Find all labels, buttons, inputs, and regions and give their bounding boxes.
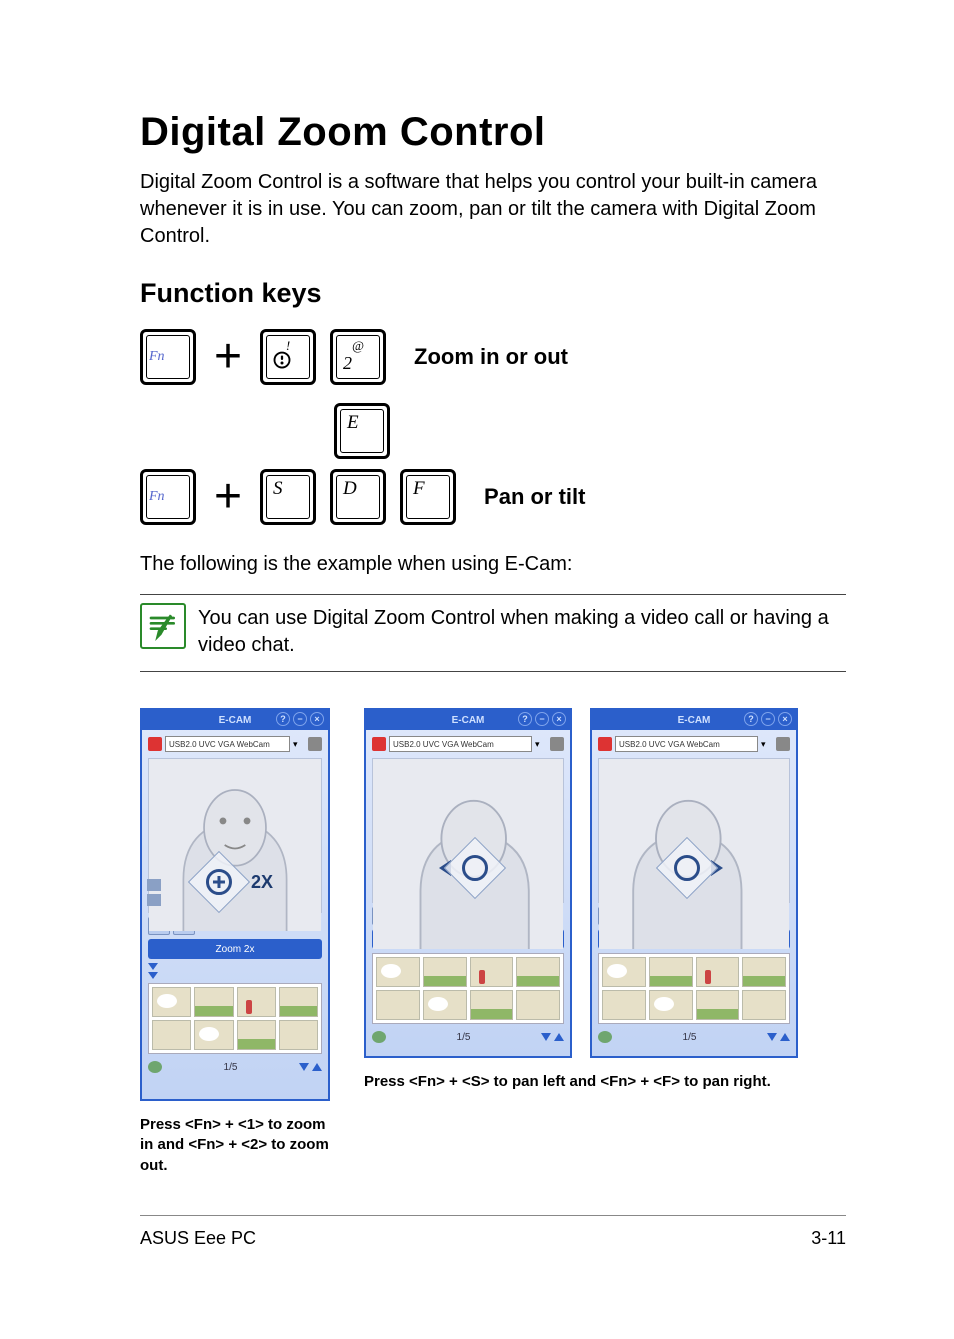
thumbnail[interactable] — [696, 957, 740, 987]
ecam-window-zoom: E-CAM ? − × USB2.0 UVC VGA WebCam ▾ — [140, 708, 330, 1101]
close-icon[interactable]: × — [310, 712, 324, 726]
fn-key-2: Fn — [140, 469, 196, 525]
camera-icon — [148, 737, 162, 751]
thumbnail[interactable] — [649, 990, 693, 1020]
settings-icon[interactable] — [308, 737, 322, 751]
pan-caption: Press <Fn> + <S> to pan left and <Fn> + … — [364, 1072, 846, 1092]
minimize-icon[interactable]: − — [293, 712, 307, 726]
page-down-icon[interactable] — [299, 1063, 309, 1071]
camera-icon — [598, 737, 612, 751]
device-select[interactable]: USB2.0 UVC VGA WebCam — [389, 736, 532, 752]
thumbnail[interactable] — [649, 957, 693, 987]
tool-icon[interactable] — [147, 879, 161, 891]
thumbnail[interactable] — [279, 987, 318, 1017]
page-up-icon[interactable] — [780, 1033, 790, 1041]
note-text: You can use Digital Zoom Control when ma… — [198, 603, 846, 659]
pan-label: Pan or tilt — [484, 484, 585, 510]
device-select[interactable]: USB2.0 UVC VGA WebCam — [615, 736, 758, 752]
chevron-down-icon[interactable] — [148, 963, 158, 970]
note-row: You can use Digital Zoom Control when ma… — [140, 603, 846, 669]
dropdown-icon[interactable]: ▾ — [761, 739, 773, 750]
tool-icon[interactable] — [147, 894, 161, 906]
key-s: S — [260, 469, 316, 525]
page-footer: ASUS Eee PC 3-11 — [140, 1215, 846, 1249]
pan-key-block: E Fn + S D F Pan or tilt — [140, 403, 846, 525]
ecam-titlebar: E-CAM ? − × — [142, 710, 328, 730]
key-f: F — [400, 469, 456, 525]
thumbnail[interactable] — [279, 1020, 318, 1050]
page-up-icon[interactable] — [312, 1063, 322, 1071]
ecam-window-pan-left: E-CAM ? − × USB2.0 UVC VGA WebCam ▾ — [364, 708, 572, 1058]
zoom-caption: Press <Fn> + <1> to zoom in and <Fn> + <… — [140, 1115, 340, 1176]
thumbnail[interactable] — [516, 990, 560, 1020]
chevron-down-icon[interactable] — [148, 972, 158, 979]
key-2: @ 2 — [330, 329, 386, 385]
thumbnail[interactable] — [423, 957, 467, 987]
close-icon[interactable]: × — [778, 712, 792, 726]
zoom-key-row: Fn + ! @ 2 Zoom in or out — [140, 329, 846, 385]
ecam-window-pan-right: E-CAM ? − × USB2.0 UVC VGA WebCam ▾ — [590, 708, 798, 1058]
key-e: E — [334, 403, 390, 459]
minimize-icon[interactable]: − — [761, 712, 775, 726]
refresh-icon[interactable] — [372, 1031, 386, 1043]
footer-left: ASUS Eee PC — [140, 1228, 256, 1249]
key-1: ! — [260, 329, 316, 385]
fn-key: Fn — [140, 329, 196, 385]
thumbnail[interactable] — [376, 957, 420, 987]
page-title: Digital Zoom Control — [140, 110, 846, 155]
dropdown-icon[interactable]: ▾ — [535, 739, 547, 750]
thumbnail[interactable] — [194, 987, 233, 1017]
thumbnail[interactable] — [602, 957, 646, 987]
settings-icon[interactable] — [550, 737, 564, 751]
key-2-bottom: 2 — [343, 353, 352, 374]
plus-icon: + — [210, 333, 246, 381]
dropdown-icon[interactable]: ▾ — [293, 739, 305, 750]
help-icon[interactable]: ? — [744, 712, 758, 726]
thumbnail-grid — [148, 983, 322, 1054]
section-subtitle: Function keys — [140, 278, 846, 309]
thumbnail[interactable] — [602, 990, 646, 1020]
key-d: D — [330, 469, 386, 525]
thumbnail[interactable] — [742, 990, 786, 1020]
help-icon[interactable]: ? — [276, 712, 290, 726]
close-icon[interactable]: × — [552, 712, 566, 726]
refresh-icon[interactable] — [598, 1031, 612, 1043]
key-2-top: @ — [352, 338, 364, 354]
page-down-icon[interactable] — [541, 1033, 551, 1041]
note-icon — [140, 603, 186, 649]
thumbnail[interactable] — [237, 987, 276, 1017]
pager: 1/5 — [148, 1058, 322, 1076]
thumbnail[interactable] — [423, 990, 467, 1020]
page-down-icon[interactable] — [767, 1033, 777, 1041]
camera-viewport: 2X — [148, 758, 322, 913]
key-1-bottom — [273, 351, 291, 374]
thumbnail[interactable] — [376, 990, 420, 1020]
settings-icon[interactable] — [776, 737, 790, 751]
refresh-icon[interactable] — [148, 1061, 162, 1073]
thumbnail[interactable] — [742, 957, 786, 987]
thumbnail[interactable] — [516, 957, 560, 987]
thumbnail[interactable] — [470, 957, 514, 987]
pan-right-overlay — [665, 846, 723, 890]
thumbnail[interactable] — [696, 990, 740, 1020]
thumbnail[interactable] — [237, 1020, 276, 1050]
thumbnail[interactable] — [152, 1020, 191, 1050]
plus-icon-2: + — [210, 473, 246, 521]
page-up-icon[interactable] — [554, 1033, 564, 1041]
status-bar: Zoom 2x — [148, 939, 322, 959]
help-icon[interactable]: ? — [518, 712, 532, 726]
thumbnail[interactable] — [152, 987, 191, 1017]
device-select[interactable]: USB2.0 UVC VGA WebCam — [165, 736, 290, 752]
zoom-label: Zoom in or out — [414, 344, 568, 370]
figures-row: E-CAM ? − × USB2.0 UVC VGA WebCam ▾ — [140, 708, 846, 1176]
thumbnail[interactable] — [194, 1020, 233, 1050]
footer-right: 3-11 — [811, 1228, 846, 1249]
minimize-icon[interactable]: − — [535, 712, 549, 726]
camera-icon — [372, 737, 386, 751]
thumbnail[interactable] — [470, 990, 514, 1020]
zoom-overlay: 2X — [197, 860, 273, 904]
intro-text: Digital Zoom Control is a software that … — [140, 169, 846, 250]
pan-left-overlay — [439, 846, 497, 890]
example-text: The following is the example when using … — [140, 553, 846, 576]
